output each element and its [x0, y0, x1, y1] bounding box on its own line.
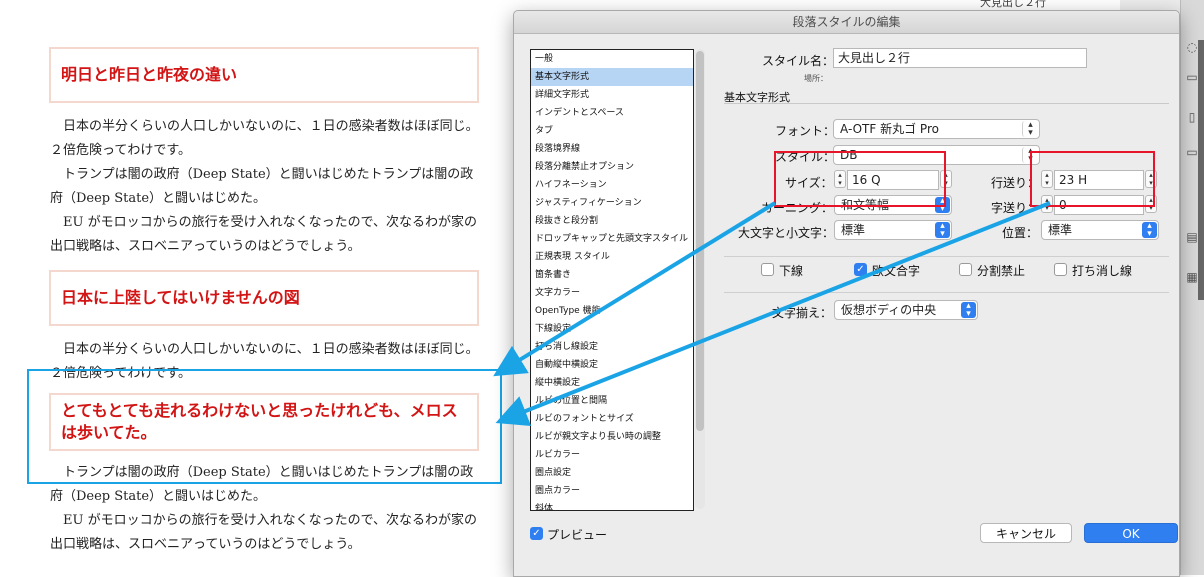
style-name-input[interactable]: 大見出し２行 [833, 48, 1087, 68]
category-item[interactable]: 自動縦中横設定 [531, 356, 693, 374]
category-item[interactable]: 縦中横設定 [531, 374, 693, 392]
category-item[interactable]: ルビカラー [531, 446, 693, 464]
no-break-checkbox[interactable] [959, 263, 972, 276]
style-name-label: スタイル名： [762, 54, 835, 68]
category-item[interactable]: インデントとスペース [531, 104, 693, 122]
char-align-dropdown[interactable]: 仮想ボディの中央 ▴ ▾ [834, 300, 978, 320]
category-item[interactable]: 正規表現 スタイル [531, 248, 693, 266]
category-item[interactable]: 斜体 [531, 500, 693, 510]
size-highlight-box [774, 151, 946, 207]
heading-1-text: 明日と昨日と昨夜の違い [61, 65, 238, 84]
heading-2-text: 日本に上陸してはいけませんの図 [61, 288, 300, 307]
font-dropdown[interactable]: A-OTF 新丸ゴ Pro ▴ ▾ [833, 119, 1040, 139]
category-item[interactable]: 段抜きと段分割 [531, 212, 693, 230]
paragraph: 日本の半分くらいの人口しかいないのに、１日の感染者数はほぼ同じ。２倍危険ってわけ… [50, 119, 479, 158]
heading-2: 日本に上陸してはいけませんの図 [49, 270, 479, 326]
category-item[interactable]: 圏点設定 [531, 464, 693, 482]
background-style-name: 大見出し２行 [980, 0, 1046, 9]
preview-checkbox[interactable]: ✓ [530, 527, 543, 540]
category-scrollbar[interactable] [695, 49, 705, 509]
position-dropdown[interactable]: 標準 ▴ ▾ [1041, 220, 1159, 240]
dialog-title: 段落スタイルの編集 [514, 11, 1179, 34]
dropdown-arrows-icon: ▴ ▾ [935, 222, 950, 239]
tool-icon[interactable]: ◌ [1184, 40, 1200, 56]
tool-icon[interactable]: ▤ [1184, 230, 1200, 246]
tool-icon[interactable]: ▯ [1184, 110, 1200, 126]
leading-highlight-box [1030, 151, 1155, 207]
position-label: 位置： [1002, 226, 1039, 240]
char-align-label: 文字揃え： [772, 306, 833, 320]
tool-icon[interactable]: ▭ [1184, 70, 1200, 86]
category-item[interactable]: 圏点カラー [531, 482, 693, 500]
category-item[interactable]: 下線設定 [531, 320, 693, 338]
tool-icon[interactable]: ▦ [1184, 270, 1200, 286]
section-divider [724, 103, 1169, 104]
dropdown-arrows-icon: ▴ ▾ [1142, 222, 1157, 239]
tool-icon[interactable]: ▭ [1184, 145, 1200, 161]
category-item[interactable]: ドロップキャップと先頭文字スタイル [531, 230, 693, 248]
ok-button[interactable]: OK [1084, 523, 1178, 543]
case-dropdown[interactable]: 標準 ▴ ▾ [834, 220, 952, 240]
case-value: 標準 [841, 223, 866, 237]
position-value: 標準 [1048, 223, 1073, 237]
category-list[interactable]: 一般 基本文字形式 詳細文字形式 インデントとスペース タブ 段落境界線 段落分離禁止オプシ… [530, 49, 694, 511]
category-item[interactable]: 文字カラー [531, 284, 693, 302]
heading-1: 明日と昨日と昨夜の違い [49, 47, 479, 103]
font-label: フォント： [775, 124, 836, 138]
strikethrough-checkbox[interactable] [1054, 263, 1067, 276]
ligature-label: 欧文合字 [872, 264, 921, 278]
blue-highlight-box [27, 369, 502, 484]
category-item[interactable]: 段落分離禁止オプション [531, 158, 693, 176]
category-item[interactable]: OpenType 機能 [531, 302, 693, 320]
case-label: 大文字と小文字： [738, 226, 835, 240]
char-align-value: 仮想ボディの中央 [841, 303, 937, 317]
location-label: 場所： [804, 74, 828, 83]
divider [724, 256, 1169, 257]
paragraph-style-dialog: 段落スタイルの編集 一般 基本文字形式 詳細文字形式 インデントとスペース タブ 段落境界… [513, 10, 1180, 577]
category-item[interactable]: 詳細文字形式 [531, 86, 693, 104]
category-item[interactable]: 箇条書き [531, 266, 693, 284]
divider [724, 292, 1169, 293]
document-page: 明日と昨日と昨夜の違い 日本の半分くらいの人口しかいないのに、１日の感染者数はほ… [0, 0, 510, 575]
strikethrough-label: 打ち消し線 [1072, 264, 1133, 278]
paragraph-block-1: 日本の半分くらいの人口しかいないのに、１日の感染者数はほぼ同じ。２倍危険ってわけ… [50, 115, 482, 259]
paragraph: トランプは闇の政府（Deep State）と闘いはじめたトランプは闇の政府（De… [50, 167, 474, 206]
ligature-checkbox[interactable]: ✓ [854, 263, 867, 276]
paragraph: EU がモロッコからの旅行を受け入れなくなったので、次なるわが家の出口戦略は、ス… [50, 513, 478, 552]
category-item[interactable]: 一般 [531, 50, 693, 68]
scrollbar-thumb[interactable] [696, 51, 704, 431]
category-item[interactable]: 基本文字形式 [531, 68, 693, 86]
underline-checkbox[interactable] [761, 263, 774, 276]
category-item[interactable]: 打ち消し線設定 [531, 338, 693, 356]
preview-label: プレビュー [547, 528, 608, 542]
paragraph: EU がモロッコからの旅行を受け入れなくなったので、次なるわが家の出口戦略は、ス… [50, 215, 478, 254]
category-item[interactable]: ジャスティフィケーション [531, 194, 693, 212]
cancel-button[interactable]: キャンセル [980, 523, 1072, 543]
no-break-label: 分割禁止 [977, 264, 1026, 278]
category-item[interactable]: ルビの位置と間隔 [531, 392, 693, 410]
category-item[interactable]: ハイフネーション [531, 176, 693, 194]
dropdown-arrows-icon: ▴ ▾ [961, 302, 976, 319]
dropdown-arrows-icon: ▴ ▾ [1022, 121, 1038, 138]
underline-label: 下線 [779, 264, 804, 278]
category-item[interactable]: 段落境界線 [531, 140, 693, 158]
category-item[interactable]: タブ [531, 122, 693, 140]
category-item[interactable]: ルビが親文字より長い時の調整 [531, 428, 693, 446]
category-item[interactable]: ルビのフォントとサイズ [531, 410, 693, 428]
font-value: A-OTF 新丸ゴ Pro [840, 122, 939, 136]
